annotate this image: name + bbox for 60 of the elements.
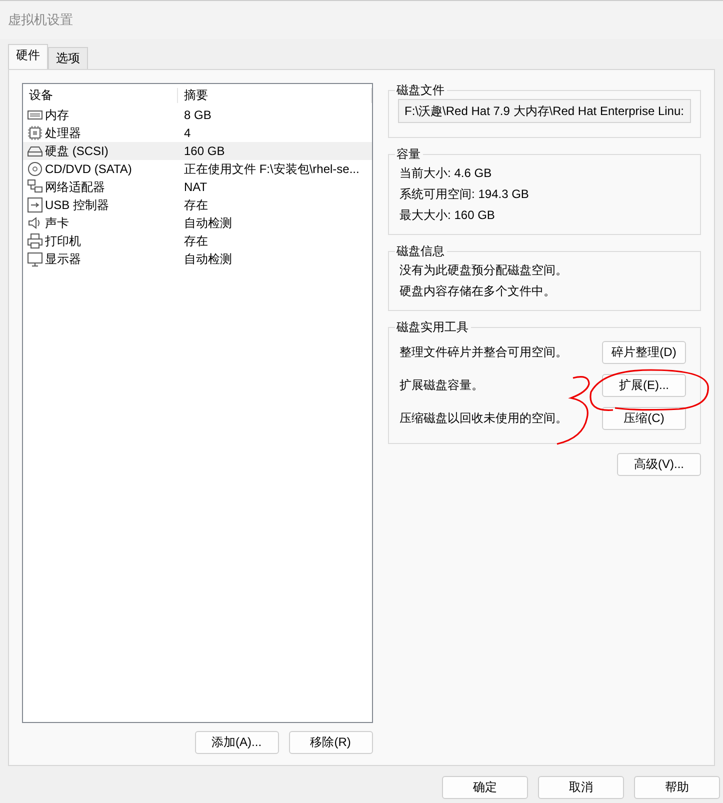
device-summary: 正在使用文件 F:\安装包\rhel-se... <box>183 162 360 176</box>
column-header[interactable]: 设备 <box>23 88 178 102</box>
usb-icon <box>27 197 43 213</box>
capacity-text: 系统可用空间: 194.3 GB <box>398 186 530 203</box>
printer-icon <box>27 233 43 249</box>
network-icon <box>27 179 43 195</box>
device-name: 声卡 <box>45 216 69 230</box>
utility-text: 扩展磁盘容量。 <box>400 378 484 393</box>
handwritten-mark <box>556 376 590 445</box>
cd-icon <box>27 161 43 177</box>
device-row[interactable]: 内存 8 GB <box>23 106 372 124</box>
group-title: 磁盘实用工具 <box>396 320 470 334</box>
device-name: 打印机 <box>45 234 81 248</box>
file-path-field[interactable]: F:\沃趣\Red Hat 7.9 大内存\Red Hat Enterprise Linu: <box>398 99 691 123</box>
device-name: 硬盘 (SCSI) <box>45 144 108 158</box>
device-row[interactable]: USB 控制器 存在 <box>23 196 372 214</box>
device-row[interactable]: 声卡 自动检测 <box>23 214 372 232</box>
dialog-button[interactable]: 帮助 <box>634 776 720 799</box>
device-row[interactable]: 显示器 自动检测 <box>23 250 372 268</box>
utility-button[interactable]: 扩展(E)... <box>602 374 686 397</box>
device-row[interactable]: CD/DVD (SATA) 正在使用文件 F:\安装包\rhel-se... <box>23 160 372 178</box>
info-text: 没有为此硬盘预分配磁盘空间。 <box>398 262 569 279</box>
display-icon <box>27 251 43 267</box>
device-summary: 8 GB <box>183 108 212 122</box>
device-summary: 存在 <box>183 234 209 248</box>
device-name: 处理器 <box>45 126 81 140</box>
device-name: 内存 <box>45 108 69 122</box>
info-text: 硬盘内容存储在多个文件中。 <box>398 283 557 300</box>
group-title: 容量 <box>396 147 422 161</box>
tab[interactable]: 选项 <box>48 47 88 69</box>
device-row[interactable]: 硬盘 (SCSI) 160 GB <box>23 142 372 160</box>
device-row[interactable]: 打印机 存在 <box>23 232 372 250</box>
device-summary: 4 <box>183 126 192 140</box>
device-name: CD/DVD (SATA) <box>45 162 132 176</box>
utility-text: 整理文件碎片并整合可用空间。 <box>400 345 568 360</box>
advanced-button[interactable]: 高级(V)... <box>617 453 701 476</box>
capacity-text: 当前大小: 4.6 GB <box>398 165 493 182</box>
device-summary: 自动检测 <box>183 252 233 266</box>
group-title: 磁盘信息 <box>396 244 446 258</box>
device-name: 网络适配器 <box>45 180 105 194</box>
list-button[interactable]: 移除(R) <box>288 731 373 754</box>
list-button[interactable]: 添加(A)... <box>194 731 279 754</box>
dialog-button[interactable]: 取消 <box>538 776 624 799</box>
device-summary: 160 GB <box>183 144 226 158</box>
dialog-button[interactable]: 确定 <box>442 776 528 799</box>
utility-button[interactable]: 压缩(C) <box>602 407 686 430</box>
device-name: USB 控制器 <box>45 198 110 212</box>
utility-button[interactable]: 碎片整理(D) <box>602 341 686 364</box>
device-summary: 自动检测 <box>183 216 233 230</box>
group-title: 磁盘文件 <box>396 83 446 97</box>
column-header[interactable]: 摘要 <box>178 88 372 102</box>
capacity-text: 最大大小: 160 GB <box>398 207 496 224</box>
cpu-icon <box>27 125 43 141</box>
utility-text: 压缩磁盘以回收未使用的空间。 <box>400 411 568 426</box>
device-name: 显示器 <box>45 252 81 266</box>
device-row[interactable]: 网络适配器 NAT <box>23 178 372 196</box>
tab[interactable]: 硬件 <box>8 44 48 69</box>
device-summary: 存在 <box>183 198 209 212</box>
device-row[interactable]: 处理器 4 <box>23 124 372 142</box>
device-summary: NAT <box>183 180 208 194</box>
